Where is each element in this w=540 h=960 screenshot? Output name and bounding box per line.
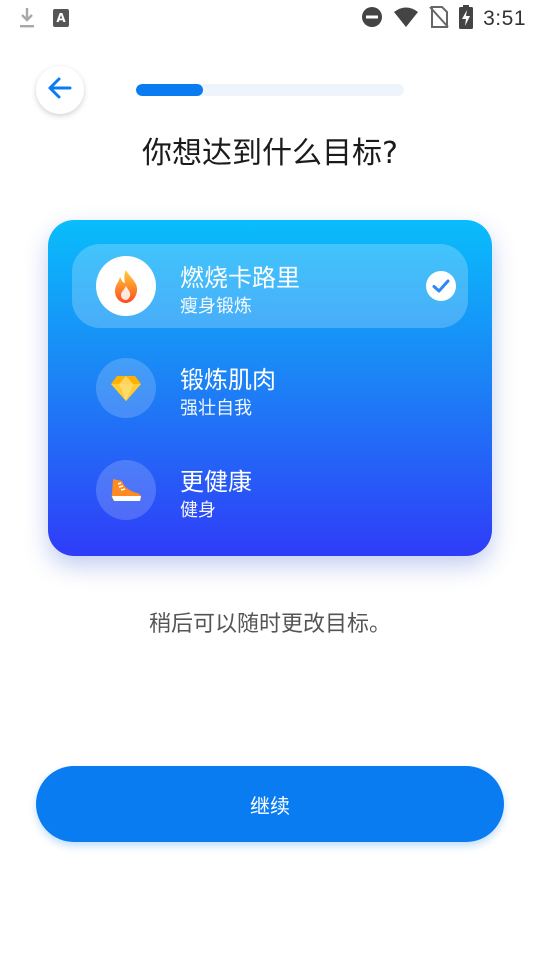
keyboard-icon: A	[52, 8, 70, 32]
goal-selection-screen: A 3:51 你想达到什么目标? 燃烧卡路里 瘦身锻炼 锻炼肌肉 强壮自我 更健…	[0, 0, 540, 960]
onboarding-progress-bar	[136, 84, 404, 96]
diamond-icon	[96, 358, 156, 418]
status-time: 3:51	[483, 7, 526, 30]
do-not-disturb-icon	[361, 6, 383, 32]
continue-button[interactable]: 继续	[36, 766, 504, 842]
goal-title: 更健康	[180, 468, 252, 496]
progress-fill	[136, 84, 203, 96]
check-icon	[426, 271, 456, 301]
download-icon	[18, 6, 36, 34]
goal-subtitle: 瘦身锻炼	[180, 296, 252, 317]
goal-options-card: 燃烧卡路里 瘦身锻炼 锻炼肌肉 强壮自我 更健康 健身	[48, 220, 492, 556]
goal-subtitle: 强壮自我	[180, 398, 252, 419]
goal-title: 燃烧卡路里	[180, 264, 300, 292]
goal-title: 锻炼肌肉	[180, 366, 276, 394]
flame-icon	[96, 256, 156, 316]
no-sim-icon	[429, 5, 449, 33]
sneaker-icon	[96, 460, 156, 520]
goal-option-build-muscle[interactable]: 锻炼肌肉 强壮自我	[72, 346, 468, 430]
goal-option-burn-calories[interactable]: 燃烧卡路里 瘦身锻炼	[72, 244, 468, 328]
wifi-icon	[393, 6, 419, 32]
back-button[interactable]	[36, 66, 84, 114]
goal-subtitle: 健身	[180, 500, 216, 521]
hint-text: 稍后可以随时更改目标。	[148, 612, 391, 637]
arrow-left-icon	[47, 75, 73, 105]
goal-option-healthier[interactable]: 更健康 健身	[72, 448, 468, 532]
status-bar: A 3:51	[0, 0, 540, 36]
page-title: 你想达到什么目标?	[142, 136, 398, 171]
battery-charging-icon	[459, 5, 474, 33]
svg-text:A: A	[56, 11, 66, 25]
